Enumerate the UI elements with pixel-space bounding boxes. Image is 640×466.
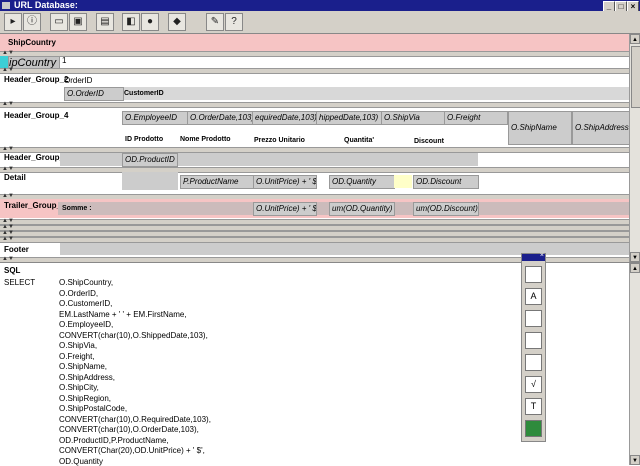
col-header-discount: Discount [414,138,444,145]
formula-tool-icon[interactable]: √ [525,376,542,393]
sql-line: O.Freight, [59,351,95,361]
toolbar: ▸ ⓘ ▭ ▣ ▤ ◧ ● ◆ ✎ ? [0,11,640,34]
sql-line: O.ShipRegion, [59,393,112,403]
designer-scrollbar[interactable]: ▲ ▼ [629,34,640,262]
band-label: Header_Group_4 [4,111,69,120]
col-header-quantity: Quantita' [344,137,375,144]
productname-field[interactable]: P.ProductName [180,175,254,189]
save-icon[interactable]: ▣ [69,13,87,31]
wrench-icon[interactable]: ✎ [206,13,224,31]
text-tool-icon[interactable]: A [525,288,542,305]
shipaddress-field[interactable]: O.ShipAddress [572,111,632,145]
frame-tool-icon[interactable] [525,354,542,371]
sql-line: CONVERT(char(10),O.RequiredDate,103), [59,414,211,424]
requireddate-field[interactable]: equiredDate,103) [252,111,318,125]
sql-line: CONVERT(char(10),O.ShippedDate,103), [59,330,208,340]
somme-label: Somme : [62,205,92,212]
sql-line: CONVERT(char(10),O.OrderDate,103), [59,425,199,434]
sql-label: SQL [4,266,21,275]
band-detail[interactable]: Detail P.ProductName O.UnitPrice) + ' $'… [0,172,630,194]
label-tool-icon[interactable]: T [525,398,542,415]
orderid-field[interactable]: O.OrderID [64,87,124,101]
band-header-group-5[interactable]: Header_Group_5 OD.ProductID [0,153,630,167]
info-icon[interactable]: ⓘ [23,13,41,31]
scroll-thumb[interactable] [631,46,640,108]
palette-close-button[interactable]: × [540,252,544,259]
band-header-group-4[interactable]: Header_Group_4 O.EmployeeID O.OrderDate,… [0,108,632,146]
band-shipcountry-header[interactable]: ShipCountry [0,34,630,52]
sum-quantity-field[interactable]: um(OD.Quantity) [329,202,395,216]
shipcountry-extra: 1 [62,56,67,65]
sql-line: EM.LastName + ' ' + EM.FirstName, [59,309,187,319]
band-label: Detail [4,173,26,182]
sum-discount-field[interactable]: um(OD.Discount) [413,202,479,216]
tool-palette: × A √ T [521,252,546,442]
unitprice-field[interactable]: O.UnitPrice) + ' $' [253,175,317,189]
vsplit-tool-icon[interactable] [525,332,542,349]
help-icon[interactable]: ? [225,13,243,31]
scroll-up-icon[interactable]: ▲ [630,263,640,273]
quantity-field[interactable]: OD.Quantity [329,175,395,189]
print-icon[interactable]: ▤ [96,13,114,31]
shipname-field[interactable]: O.ShipName [508,111,572,145]
col-header-name: Nome Prodotto [180,136,231,143]
band-label: Header_Group_2 [4,75,69,84]
sql-line: O.ShipName, [59,362,108,371]
sum-unitprice-field[interactable]: O.UnitPrice) + ' $' [253,202,317,216]
sql-line: OD.ProductID,P.ProductName, [59,435,169,445]
scroll-up-icon[interactable]: ▲ [630,34,640,44]
sql-line: O.CustomerID, [59,299,113,308]
sql-line: OD.Quantity [59,456,104,466]
sql-scrollbar[interactable]: ▲ ▼ [629,263,640,465]
image-tool-icon[interactable] [525,420,542,437]
band-header-group-2[interactable]: Header_Group_2 OrderID O.OrderID Custome… [0,74,630,101]
sql-line: O.EmployeeID, [59,320,114,329]
sql-keyword: SELECT [4,278,36,287]
freight-field[interactable]: O.Freight [444,111,508,125]
orderdate-field[interactable]: O.OrderDate,103) [187,111,253,125]
sql-line: O.OrderID, [59,288,99,298]
shippeddate-field[interactable]: hippedDate,103) [316,111,382,125]
customerid-label: CustomerID [124,90,164,97]
sql-line: O.ShipCity, [59,383,99,392]
rectangle-tool-icon[interactable] [525,266,542,283]
new-report-icon[interactable]: ▸ [4,13,22,31]
sql-line: O.ShipPostalCode, [59,404,128,413]
link-icon[interactable]: ◆ [168,13,186,31]
run-icon[interactable]: ● [141,13,159,31]
database-icon[interactable]: ◧ [122,13,140,31]
sql-line: O.ShipAddress, [59,372,116,382]
sql-line: O.ShipVia, [59,341,98,350]
productid-field[interactable]: OD.ProductID [122,153,178,167]
hsplit-tool-icon[interactable] [525,310,542,327]
band-label: ShipCountry [8,38,56,47]
orderid-label: OrderID [64,76,93,85]
col-header-id: ID Prodotto [125,136,164,143]
app-icon [2,2,10,9]
shipvia-field[interactable]: O.ShipVia [381,111,445,125]
window-title: URL Database: [14,0,78,10]
title-bar: URL Database: _ □ × [0,0,640,12]
scroll-down-icon[interactable]: ▼ [630,455,640,465]
employeeid-field[interactable]: O.EmployeeID [122,111,188,125]
open-folder-icon[interactable]: ▭ [50,13,68,31]
sql-line: CONVERT(Char(20),OD.UnitPrice) + ' $', [59,446,205,455]
band-trailer-group[interactable]: Trailer_Group_ Somme : O.UnitPrice) + ' … [0,199,630,218]
discount-field[interactable]: OD.Discount [413,175,479,189]
sql-line: O.ShipCountry, [59,278,114,287]
col-header-price: Prezzo Unitario [254,137,305,144]
band-label: Footer [4,245,29,254]
band-label: Trailer_Group_ [4,201,61,210]
scroll-down-icon[interactable]: ▼ [630,252,640,262]
band-label: Header_Group_5 [4,153,69,162]
